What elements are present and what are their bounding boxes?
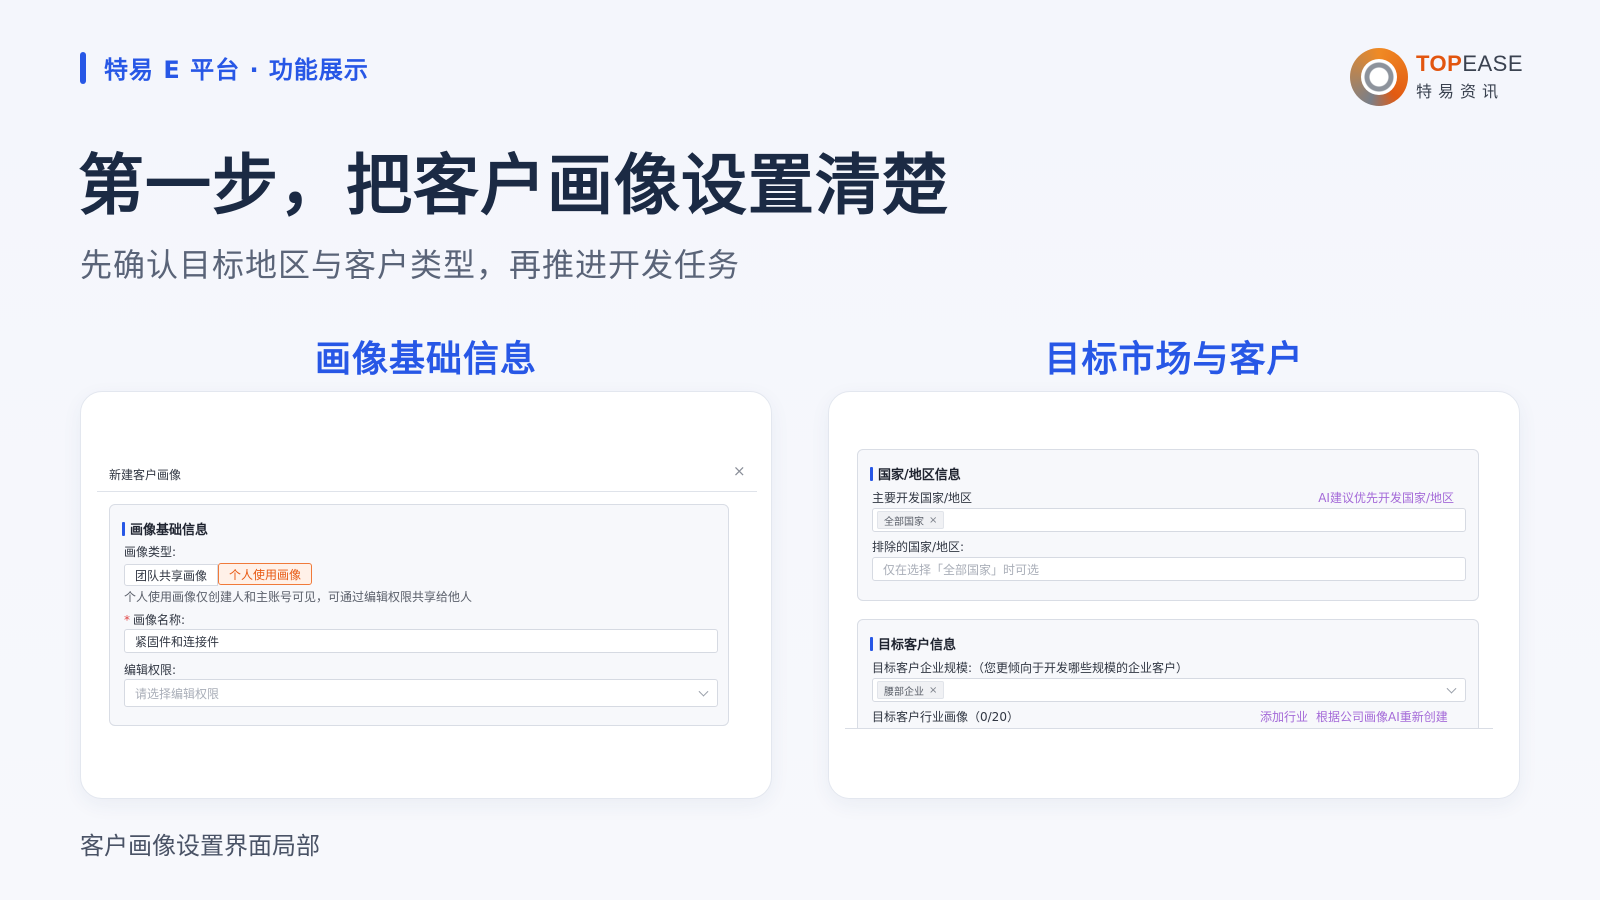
profile-basic-card: 新建客户画像 × 画像基础信息 画像类型: 团队共享画像 个人使用画像 个人使用… <box>80 391 772 799</box>
scale-tag: 腰部企业 × <box>877 681 945 699</box>
card-divider <box>845 728 1493 729</box>
edit-permission-select[interactable]: 请选择编辑权限 <box>124 679 718 707</box>
section-title-right: 目标市场与客户 <box>1044 339 1304 380</box>
panel-title: 画像基础信息 <box>122 519 208 538</box>
logo-wordmark-en: TOPEASE <box>1416 50 1524 76</box>
card-fade-mask <box>829 728 1519 798</box>
figure-caption: 客户画像设置界面局部 <box>80 832 320 860</box>
close-icon[interactable]: × <box>733 462 746 480</box>
target-market-card: 国家/地区信息 主要开发国家/地区 AI建议优先开发国家/地区 全部国家 × 排除… <box>828 391 1520 799</box>
profile-type-label: 画像类型: <box>124 545 177 559</box>
brand-bar: 特易 E 平台 · 功能展示 <box>80 50 369 85</box>
ai-suggest-country-link[interactable]: AI建议优先开发国家/地区 <box>1318 489 1454 506</box>
industry-profile-label: 目标客户行业画像（0/20） <box>872 710 1019 724</box>
required-mark: * <box>124 613 130 627</box>
page-headline: 第一步，把客户画像设置清楚 <box>78 147 949 224</box>
add-industry-link[interactable]: 添加行业 <box>1260 708 1308 725</box>
panel-title: 目标客户信息 <box>870 634 956 653</box>
ai-recreate-link[interactable]: 根据公司画像AI重新创建 <box>1316 708 1448 725</box>
type-option-team[interactable]: 团队共享画像 <box>124 564 219 586</box>
company-scale-select[interactable]: 腰部企业 × <box>872 678 1466 702</box>
exclude-country-label: 排除的国家/地区: <box>872 540 965 554</box>
tag-close-icon[interactable]: × <box>929 685 937 696</box>
exclude-country-select[interactable]: 仅在选择「全部国家」时可选 <box>872 557 1466 581</box>
country-info-panel: 国家/地区信息 主要开发国家/地区 AI建议优先开发国家/地区 全部国家 × 排除… <box>857 449 1479 601</box>
panel-title: 国家/地区信息 <box>870 464 961 483</box>
basic-info-panel: 画像基础信息 画像类型: 团队共享画像 个人使用画像 个人使用画像仅创建人和主账… <box>109 504 729 726</box>
tag-close-icon[interactable]: × <box>929 515 937 526</box>
logo-wordmark-cn: 特易资讯 <box>1416 81 1505 101</box>
edit-permission-label: 编辑权限: <box>124 663 177 677</box>
topease-logo: TOPEASE 特易资讯 <box>1350 48 1523 106</box>
panel-title-bar <box>870 466 873 481</box>
profile-name-input[interactable]: 紧固件和连接件 <box>124 629 718 653</box>
main-country-select[interactable]: 全部国家 × <box>872 508 1466 532</box>
page-subline: 先确认目标地区与客户类型，再推进开发任务 <box>80 246 741 284</box>
type-option-personal[interactable]: 个人使用画像 <box>218 563 313 585</box>
country-tag: 全部国家 × <box>877 511 945 529</box>
brand-accent-bar <box>80 51 86 84</box>
panel-title-bar <box>122 521 125 536</box>
profile-name-label: * 画像名称: <box>124 613 186 627</box>
panel-title-bar <box>870 636 873 651</box>
topease-ring-logo-icon <box>1350 48 1408 106</box>
chevron-down-icon <box>698 686 709 697</box>
dialog-divider <box>97 491 757 492</box>
chevron-down-icon <box>1446 683 1457 694</box>
profile-type-hint: 个人使用画像仅创建人和主账号可见，可通过编辑权限共享给他人 <box>124 590 473 604</box>
brand-text: 特易 E 平台 · 功能展示 <box>104 56 369 84</box>
section-title-left: 画像基础信息 <box>314 339 537 380</box>
main-country-label: 主要开发国家/地区 <box>872 491 973 505</box>
dialog-title: 新建客户画像 <box>109 468 182 482</box>
company-scale-label: 目标客户企业规模:（您更倾向于开发哪些规模的企业客户） <box>872 661 1189 675</box>
